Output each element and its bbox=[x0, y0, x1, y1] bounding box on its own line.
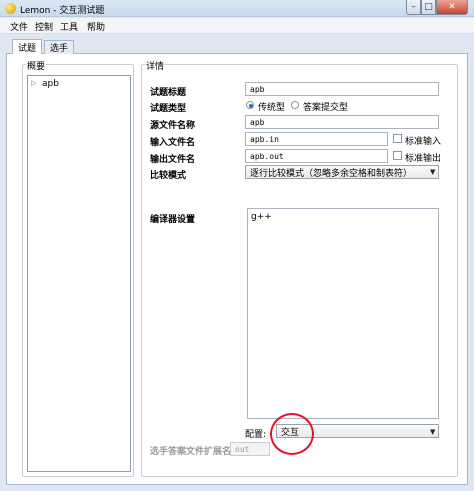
answer-extension-label: 选手答案文件扩展名 bbox=[150, 447, 232, 457]
details-title: 详情 bbox=[145, 59, 166, 72]
chevron-down-icon[interactable]: ▼ bbox=[430, 168, 435, 176]
maximize-icon: □ bbox=[424, 2, 433, 12]
problem-tree[interactable] bbox=[27, 75, 131, 472]
standard-output-checkbox[interactable] bbox=[393, 151, 402, 160]
answer-extension-input[interactable]: out bbox=[230, 442, 270, 456]
compare-mode-label: 比较模式 bbox=[150, 171, 187, 181]
radio-traditional[interactable] bbox=[246, 101, 254, 109]
minimize-button[interactable]: – bbox=[406, 0, 421, 15]
overview-title: 概要 bbox=[26, 59, 47, 72]
menu-tools[interactable]: 工具 bbox=[60, 20, 78, 33]
problem-type-label: 试题类型 bbox=[150, 104, 187, 114]
compare-mode-value: 逐行比较模式（忽略多余空格和制表符） bbox=[250, 168, 413, 179]
window-title: Lemon - 交互测试题 bbox=[20, 6, 105, 16]
menu-help[interactable]: 帮助 bbox=[87, 20, 105, 33]
lemon-app-icon bbox=[5, 3, 16, 14]
chevron-down-icon[interactable]: ▼ bbox=[430, 428, 435, 436]
tab-contestant[interactable]: 选手 bbox=[44, 40, 74, 54]
radio-answer-only[interactable] bbox=[291, 101, 299, 109]
standard-output-label[interactable]: 标准输出 bbox=[405, 151, 441, 164]
menu-file[interactable]: 文件 bbox=[10, 20, 28, 33]
standard-input-label[interactable]: 标准输入 bbox=[405, 134, 441, 147]
menu-control[interactable]: 控制 bbox=[35, 20, 53, 33]
expand-arrow-icon[interactable]: ▷ bbox=[31, 79, 36, 87]
radio-traditional-label[interactable]: 传统型 bbox=[258, 100, 285, 113]
output-file-input[interactable]: apb.out bbox=[245, 149, 388, 163]
compiler-list[interactable] bbox=[247, 208, 439, 419]
tab-problem[interactable]: 试题 bbox=[12, 39, 42, 54]
input-file-label: 输入文件名 bbox=[150, 138, 196, 148]
config-label: 配置: bbox=[245, 430, 267, 440]
standard-input-checkbox[interactable] bbox=[393, 134, 402, 143]
radio-answer-only-label[interactable]: 答案提交型 bbox=[303, 100, 348, 113]
minimize-icon: – bbox=[411, 2, 416, 12]
source-file-label: 源文件名称 bbox=[150, 121, 196, 131]
problem-title-input[interactable]: apb bbox=[245, 82, 439, 96]
compare-mode-select[interactable]: 逐行比较模式（忽略多余空格和制表符） bbox=[245, 165, 439, 179]
close-icon: ✕ bbox=[448, 2, 456, 12]
problem-title-label: 试题标题 bbox=[150, 88, 187, 98]
close-button[interactable]: ✕ bbox=[436, 0, 468, 15]
compiler-item-gpp[interactable]: g++ bbox=[251, 212, 272, 222]
annotation-circle bbox=[270, 413, 314, 455]
input-file-input[interactable]: apb.in bbox=[245, 132, 388, 146]
maximize-button[interactable]: □ bbox=[421, 0, 436, 15]
tree-item-apb[interactable]: apb bbox=[42, 79, 59, 89]
compiler-settings-label: 编译器设置 bbox=[150, 215, 196, 225]
source-file-input[interactable]: apb bbox=[245, 115, 439, 129]
output-file-label: 输出文件名 bbox=[150, 155, 196, 165]
